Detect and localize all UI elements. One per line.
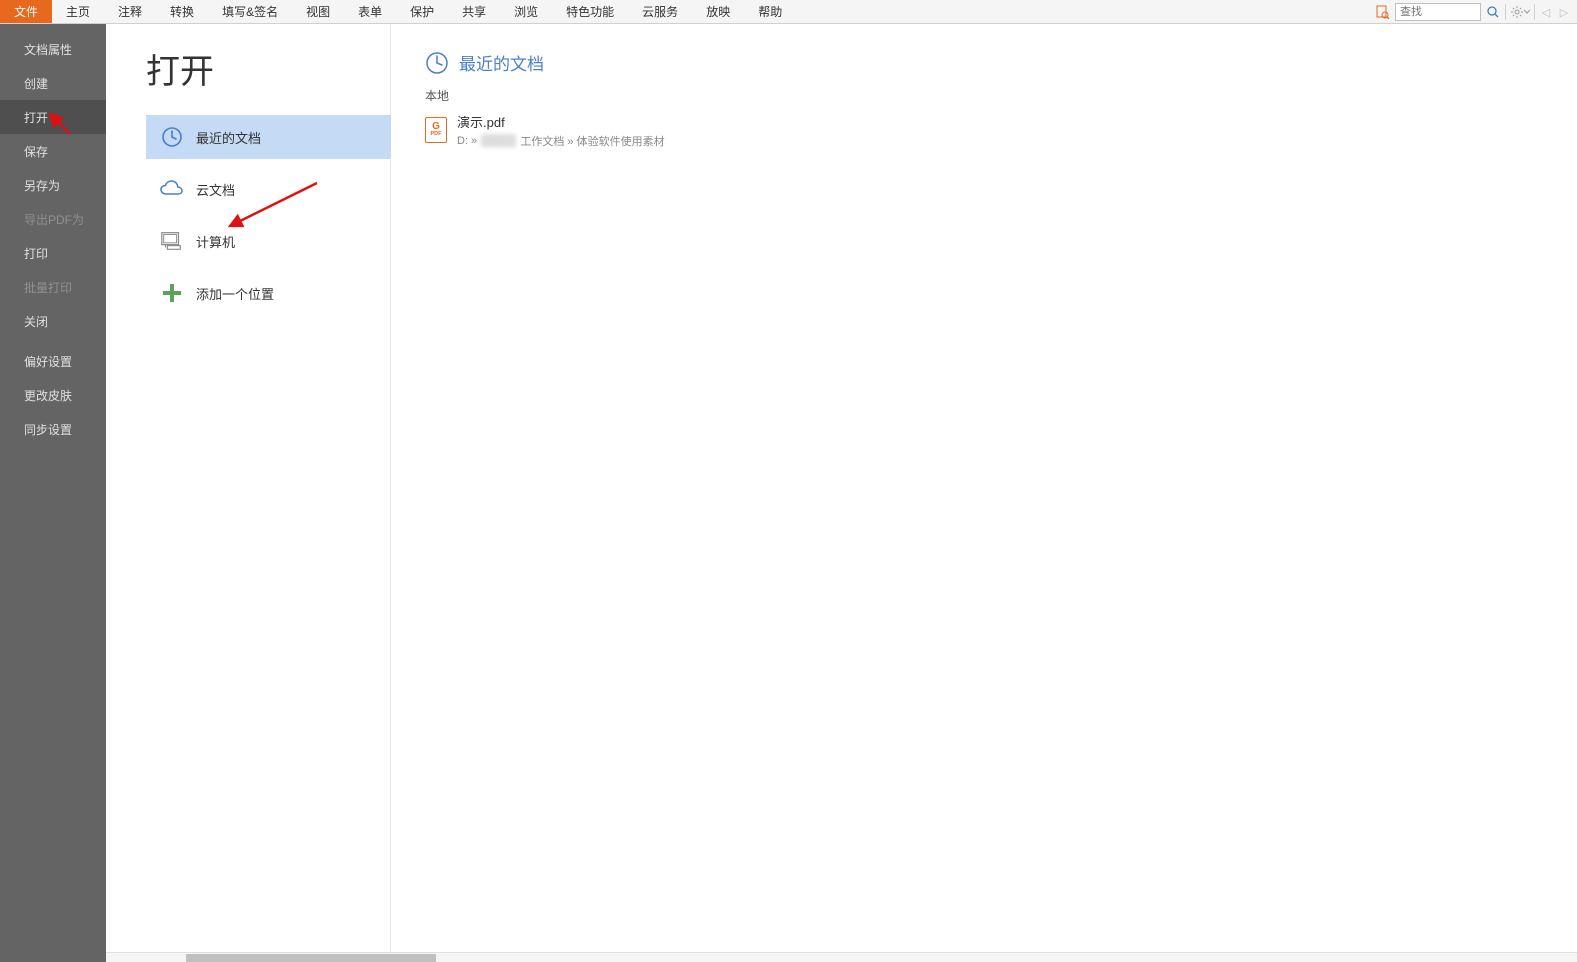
sidebar-item-close[interactable]: 关闭 — [0, 304, 106, 338]
open-option-computer[interactable]: 计算机 — [146, 219, 391, 263]
open-option-label: 最近的文档 — [196, 128, 261, 147]
sidebar-item-saveas[interactable]: 另存为 — [0, 168, 106, 202]
open-panel-title: 打开 — [146, 44, 390, 93]
recent-docs-header: 最近的文档 — [425, 50, 1577, 75]
recent-docs-title: 最近的文档 — [459, 50, 544, 75]
menu-protect[interactable]: 保护 — [396, 0, 448, 23]
sidebar-item-export[interactable]: 导出PDF为 — [0, 202, 106, 236]
menu-convert[interactable]: 转换 — [156, 0, 208, 23]
menu-home[interactable]: 主页 — [52, 0, 104, 23]
clock-icon — [425, 51, 449, 75]
sidebar-item-create[interactable]: 创建 — [0, 66, 106, 100]
open-option-cloud[interactable]: 云文档 — [146, 167, 391, 211]
menubar-right-tools: ◁ ▷ — [1375, 0, 1577, 24]
menu-cloud[interactable]: 云服务 — [628, 0, 692, 23]
menu-fillsign[interactable]: 填写&签名 — [208, 0, 292, 23]
menu-play[interactable]: 放映 — [692, 0, 744, 23]
recent-docs-panel: 最近的文档 本地 G PDF 演示.pdf D: » ████ 工作文档 » 体… — [391, 24, 1577, 962]
menu-form[interactable]: 表单 — [344, 0, 396, 23]
menu-share[interactable]: 共享 — [448, 0, 500, 23]
sidebar-item-print[interactable]: 打印 — [0, 236, 106, 270]
horizontal-scrollbar[interactable] — [106, 952, 1577, 962]
open-option-label: 添加一个位置 — [196, 284, 274, 303]
scrollbar-thumb[interactable] — [186, 954, 436, 962]
main-layout: 文档属性 创建 打开 保存 另存为 导出PDF为 打印 批量打印 关闭 偏好设置… — [0, 24, 1577, 962]
cloud-icon — [160, 177, 184, 201]
sidebar-item-save[interactable]: 保存 — [0, 134, 106, 168]
menu-browse[interactable]: 浏览 — [500, 0, 552, 23]
file-sidebar: 文档属性 创建 打开 保存 另存为 导出PDF为 打印 批量打印 关闭 偏好设置… — [0, 24, 106, 962]
gear-icon[interactable] — [1510, 4, 1530, 20]
open-option-label: 云文档 — [196, 180, 235, 199]
open-option-addlocation[interactable]: 添加一个位置 — [146, 271, 391, 315]
clock-icon — [160, 125, 184, 149]
sidebar-item-sync[interactable]: 同步设置 — [0, 412, 106, 446]
file-info: 演示.pdf D: » ████ 工作文档 » 体验软件使用素材 — [457, 112, 665, 149]
find-in-page-icon[interactable] — [1375, 4, 1391, 20]
top-menubar: 文件 主页 注释 转换 填写&签名 视图 表单 保护 共享 浏览 特色功能 云服… — [0, 0, 1577, 24]
local-section-label: 本地 — [425, 87, 1577, 104]
menu-features[interactable]: 特色功能 — [552, 0, 628, 23]
nav-prev-icon[interactable]: ◁ — [1539, 4, 1553, 20]
computer-icon — [160, 229, 184, 253]
separator — [1505, 4, 1506, 20]
plus-icon — [160, 281, 184, 305]
pdf-file-icon: G PDF — [425, 117, 447, 143]
sidebar-item-batchprint[interactable]: 批量打印 — [0, 270, 106, 304]
menu-view[interactable]: 视图 — [292, 0, 344, 23]
recent-file-item[interactable]: G PDF 演示.pdf D: » ████ 工作文档 » 体验软件使用素材 — [425, 110, 1577, 150]
sidebar-item-open[interactable]: 打开 — [0, 100, 106, 134]
menu-help[interactable]: 帮助 — [744, 0, 796, 23]
nav-next-icon[interactable]: ▷ — [1557, 4, 1571, 20]
search-input[interactable] — [1395, 3, 1481, 21]
file-path: D: » ████ 工作文档 » 体验软件使用素材 — [457, 133, 665, 149]
open-options-panel: 打开 最近的文档 云文档 计算机 添加一个位置 — [106, 24, 391, 962]
menu-file[interactable]: 文件 — [0, 0, 52, 23]
open-option-label: 计算机 — [196, 232, 235, 251]
sidebar-item-preferences[interactable]: 偏好设置 — [0, 344, 106, 378]
separator — [1534, 4, 1535, 20]
search-icon[interactable] — [1485, 4, 1501, 20]
sidebar-item-properties[interactable]: 文档属性 — [0, 32, 106, 66]
file-name: 演示.pdf — [457, 112, 665, 131]
sidebar-item-skin[interactable]: 更改皮肤 — [0, 378, 106, 412]
menu-annotate[interactable]: 注释 — [104, 0, 156, 23]
open-option-recent[interactable]: 最近的文档 — [146, 115, 391, 159]
